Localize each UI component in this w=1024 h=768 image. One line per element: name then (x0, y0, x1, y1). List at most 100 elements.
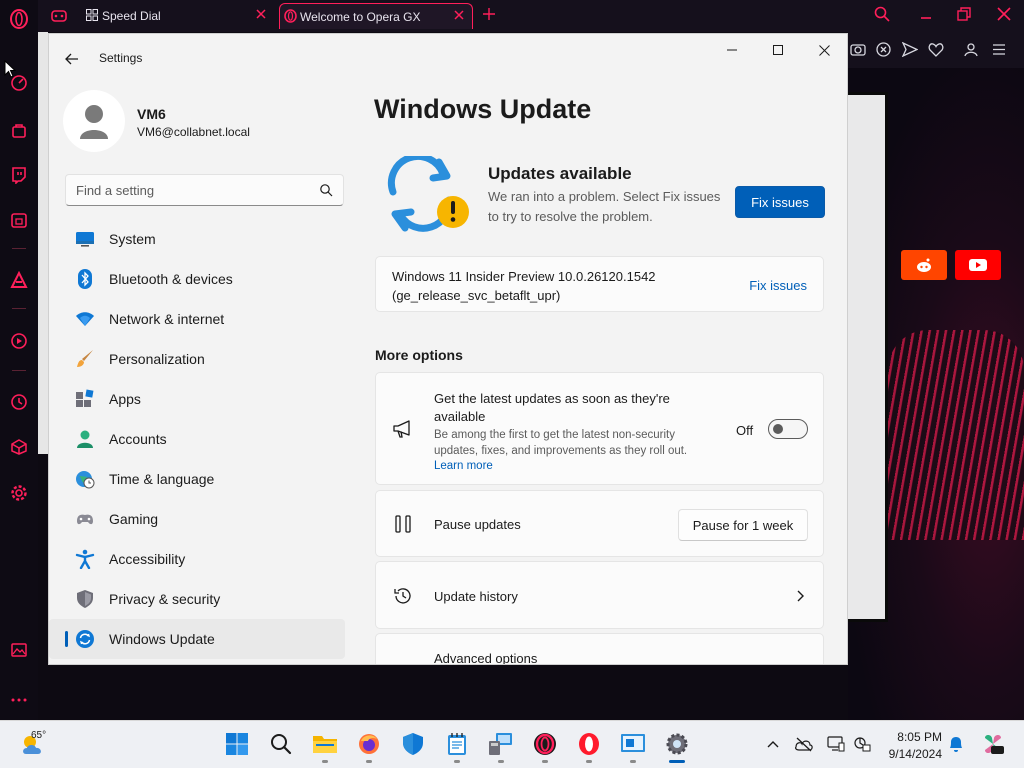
nav-item-privacy[interactable]: Privacy & security (49, 579, 345, 619)
nav-label: System (109, 231, 156, 247)
extensions-cube-icon[interactable] (9, 437, 29, 457)
send-icon[interactable] (901, 41, 919, 62)
snapshot-icon[interactable] (850, 42, 866, 61)
nav-item-time-language[interactable]: Time & language (49, 459, 345, 499)
remote-desktop-icon (489, 733, 512, 755)
gx-wallpaper-stripes (888, 330, 1024, 540)
globe-clock-icon (75, 469, 95, 489)
chevron-up-icon (767, 741, 779, 748)
settings-button[interactable] (662, 729, 692, 763)
pause-for-week-button[interactable]: Pause for 1 week (678, 509, 808, 541)
twitch-icon[interactable] (9, 165, 29, 185)
page-title: Windows Update (374, 94, 592, 124)
tab-label: Speed Dial (102, 9, 161, 23)
settings-nav: System Bluetooth & devices Network & int… (49, 219, 345, 659)
wallpaper-icon[interactable] (9, 640, 29, 660)
nav-label: Time & language (109, 471, 215, 487)
history-icon[interactable] (9, 392, 29, 412)
reddit-icon (917, 258, 931, 272)
search-tabs-icon[interactable] (874, 6, 890, 22)
toggle-knob (773, 424, 783, 434)
learn-more-link[interactable]: Learn more (434, 460, 493, 472)
nav-item-bluetooth[interactable]: Bluetooth & devices (49, 259, 345, 299)
nav-label: Accounts (109, 431, 167, 447)
display-button[interactable] (827, 735, 845, 753)
maximize-button[interactable] (755, 34, 801, 66)
person-icon (75, 429, 95, 449)
pause-updates-card: Pause updates Pause for 1 week (375, 490, 824, 557)
search-input[interactable]: Find a setting (65, 174, 344, 206)
nav-item-accessibility[interactable]: Accessibility (49, 539, 345, 579)
adblock-icon[interactable] (876, 42, 891, 62)
tab-speed-dial[interactable]: Speed Dial (82, 3, 274, 29)
file-explorer-button[interactable] (310, 729, 340, 763)
nav-item-windows-update[interactable]: Windows Update (49, 619, 345, 659)
defender-button[interactable] (398, 729, 428, 759)
minimize-browser-icon[interactable] (918, 6, 934, 22)
close-tab-icon[interactable] (254, 7, 268, 21)
advanced-options-card[interactable]: Advanced options (375, 633, 824, 665)
gear-icon (393, 660, 413, 664)
monitor-icon (75, 229, 95, 249)
aria-icon[interactable] (9, 270, 29, 290)
minimize-button[interactable] (709, 34, 755, 66)
nav-item-apps[interactable]: Apps (49, 379, 345, 419)
mouse-cursor-icon (4, 59, 17, 78)
profile-icon[interactable] (964, 42, 978, 62)
heart-icon[interactable] (928, 42, 944, 62)
close-button[interactable] (801, 34, 847, 66)
nav-item-gaming[interactable]: Gaming (49, 499, 345, 539)
opera-logo-icon[interactable] (9, 9, 29, 29)
restore-browser-icon[interactable] (956, 6, 972, 22)
show-hidden-icons-button[interactable] (764, 735, 782, 753)
remote-desktop-button[interactable] (486, 729, 516, 763)
player-icon[interactable] (9, 331, 29, 351)
person-avatar-icon (80, 105, 108, 139)
back-arrow-icon[interactable] (63, 50, 81, 68)
nav-item-accounts[interactable]: Accounts (49, 419, 345, 459)
copilot-icon (985, 735, 1004, 754)
start-button[interactable] (222, 729, 252, 759)
gx-calendar-icon[interactable] (9, 210, 29, 230)
speed-dial-reddit[interactable] (901, 250, 947, 280)
close-tab-icon[interactable] (452, 8, 466, 22)
copilot-button[interactable] (981, 732, 1005, 756)
fix-issues-button[interactable]: Fix issues (735, 186, 825, 218)
notifications-button[interactable] (947, 735, 965, 753)
bluetooth-icon (75, 269, 95, 289)
speed-dial-youtube[interactable] (955, 250, 1001, 280)
notepad-button[interactable] (442, 729, 472, 763)
tab-welcome[interactable]: Welcome to Opera GX (279, 3, 473, 29)
browser-toolbar (848, 32, 1024, 68)
gx-bag-icon[interactable] (9, 120, 29, 140)
clock-time[interactable]: 8:05 PM (868, 730, 942, 744)
latest-updates-toggle[interactable] (768, 419, 808, 439)
close-browser-icon[interactable] (996, 6, 1012, 22)
gear-icon[interactable] (9, 483, 29, 503)
nav-item-network[interactable]: Network & internet (49, 299, 345, 339)
clock-date[interactable]: 9/14/2024 (868, 747, 942, 761)
nav-item-system[interactable]: System (49, 219, 345, 259)
fix-issues-link[interactable]: Fix issues (749, 278, 807, 293)
new-tab-icon[interactable] (482, 7, 496, 21)
update-status-description: We ran into a problem. Select Fix issues… (488, 189, 721, 224)
opera-button[interactable] (574, 729, 604, 763)
update-history-card[interactable]: Update history (375, 561, 824, 629)
avatar[interactable] (63, 90, 125, 152)
tab-islands-icon[interactable] (50, 8, 68, 24)
firefox-button[interactable] (354, 729, 384, 763)
nav-label: Gaming (109, 511, 159, 527)
search-icon (319, 183, 333, 197)
vm-connect-icon (621, 734, 645, 752)
pending-update-card: Windows 11 Insider Preview 10.0.26120.15… (375, 256, 824, 312)
firefox-icon (359, 734, 379, 754)
more-icon[interactable] (9, 690, 29, 710)
opera-gx-button[interactable] (530, 729, 560, 763)
easy-setup-icon[interactable] (992, 43, 1006, 61)
network-status-button[interactable] (795, 735, 813, 753)
nav-item-personalization[interactable]: Personalization (49, 339, 345, 379)
vm-connect-button[interactable] (618, 729, 648, 763)
history-icon (393, 586, 413, 606)
advanced-options-title: Advanced options (434, 651, 538, 665)
taskbar-search-button[interactable] (266, 729, 296, 759)
